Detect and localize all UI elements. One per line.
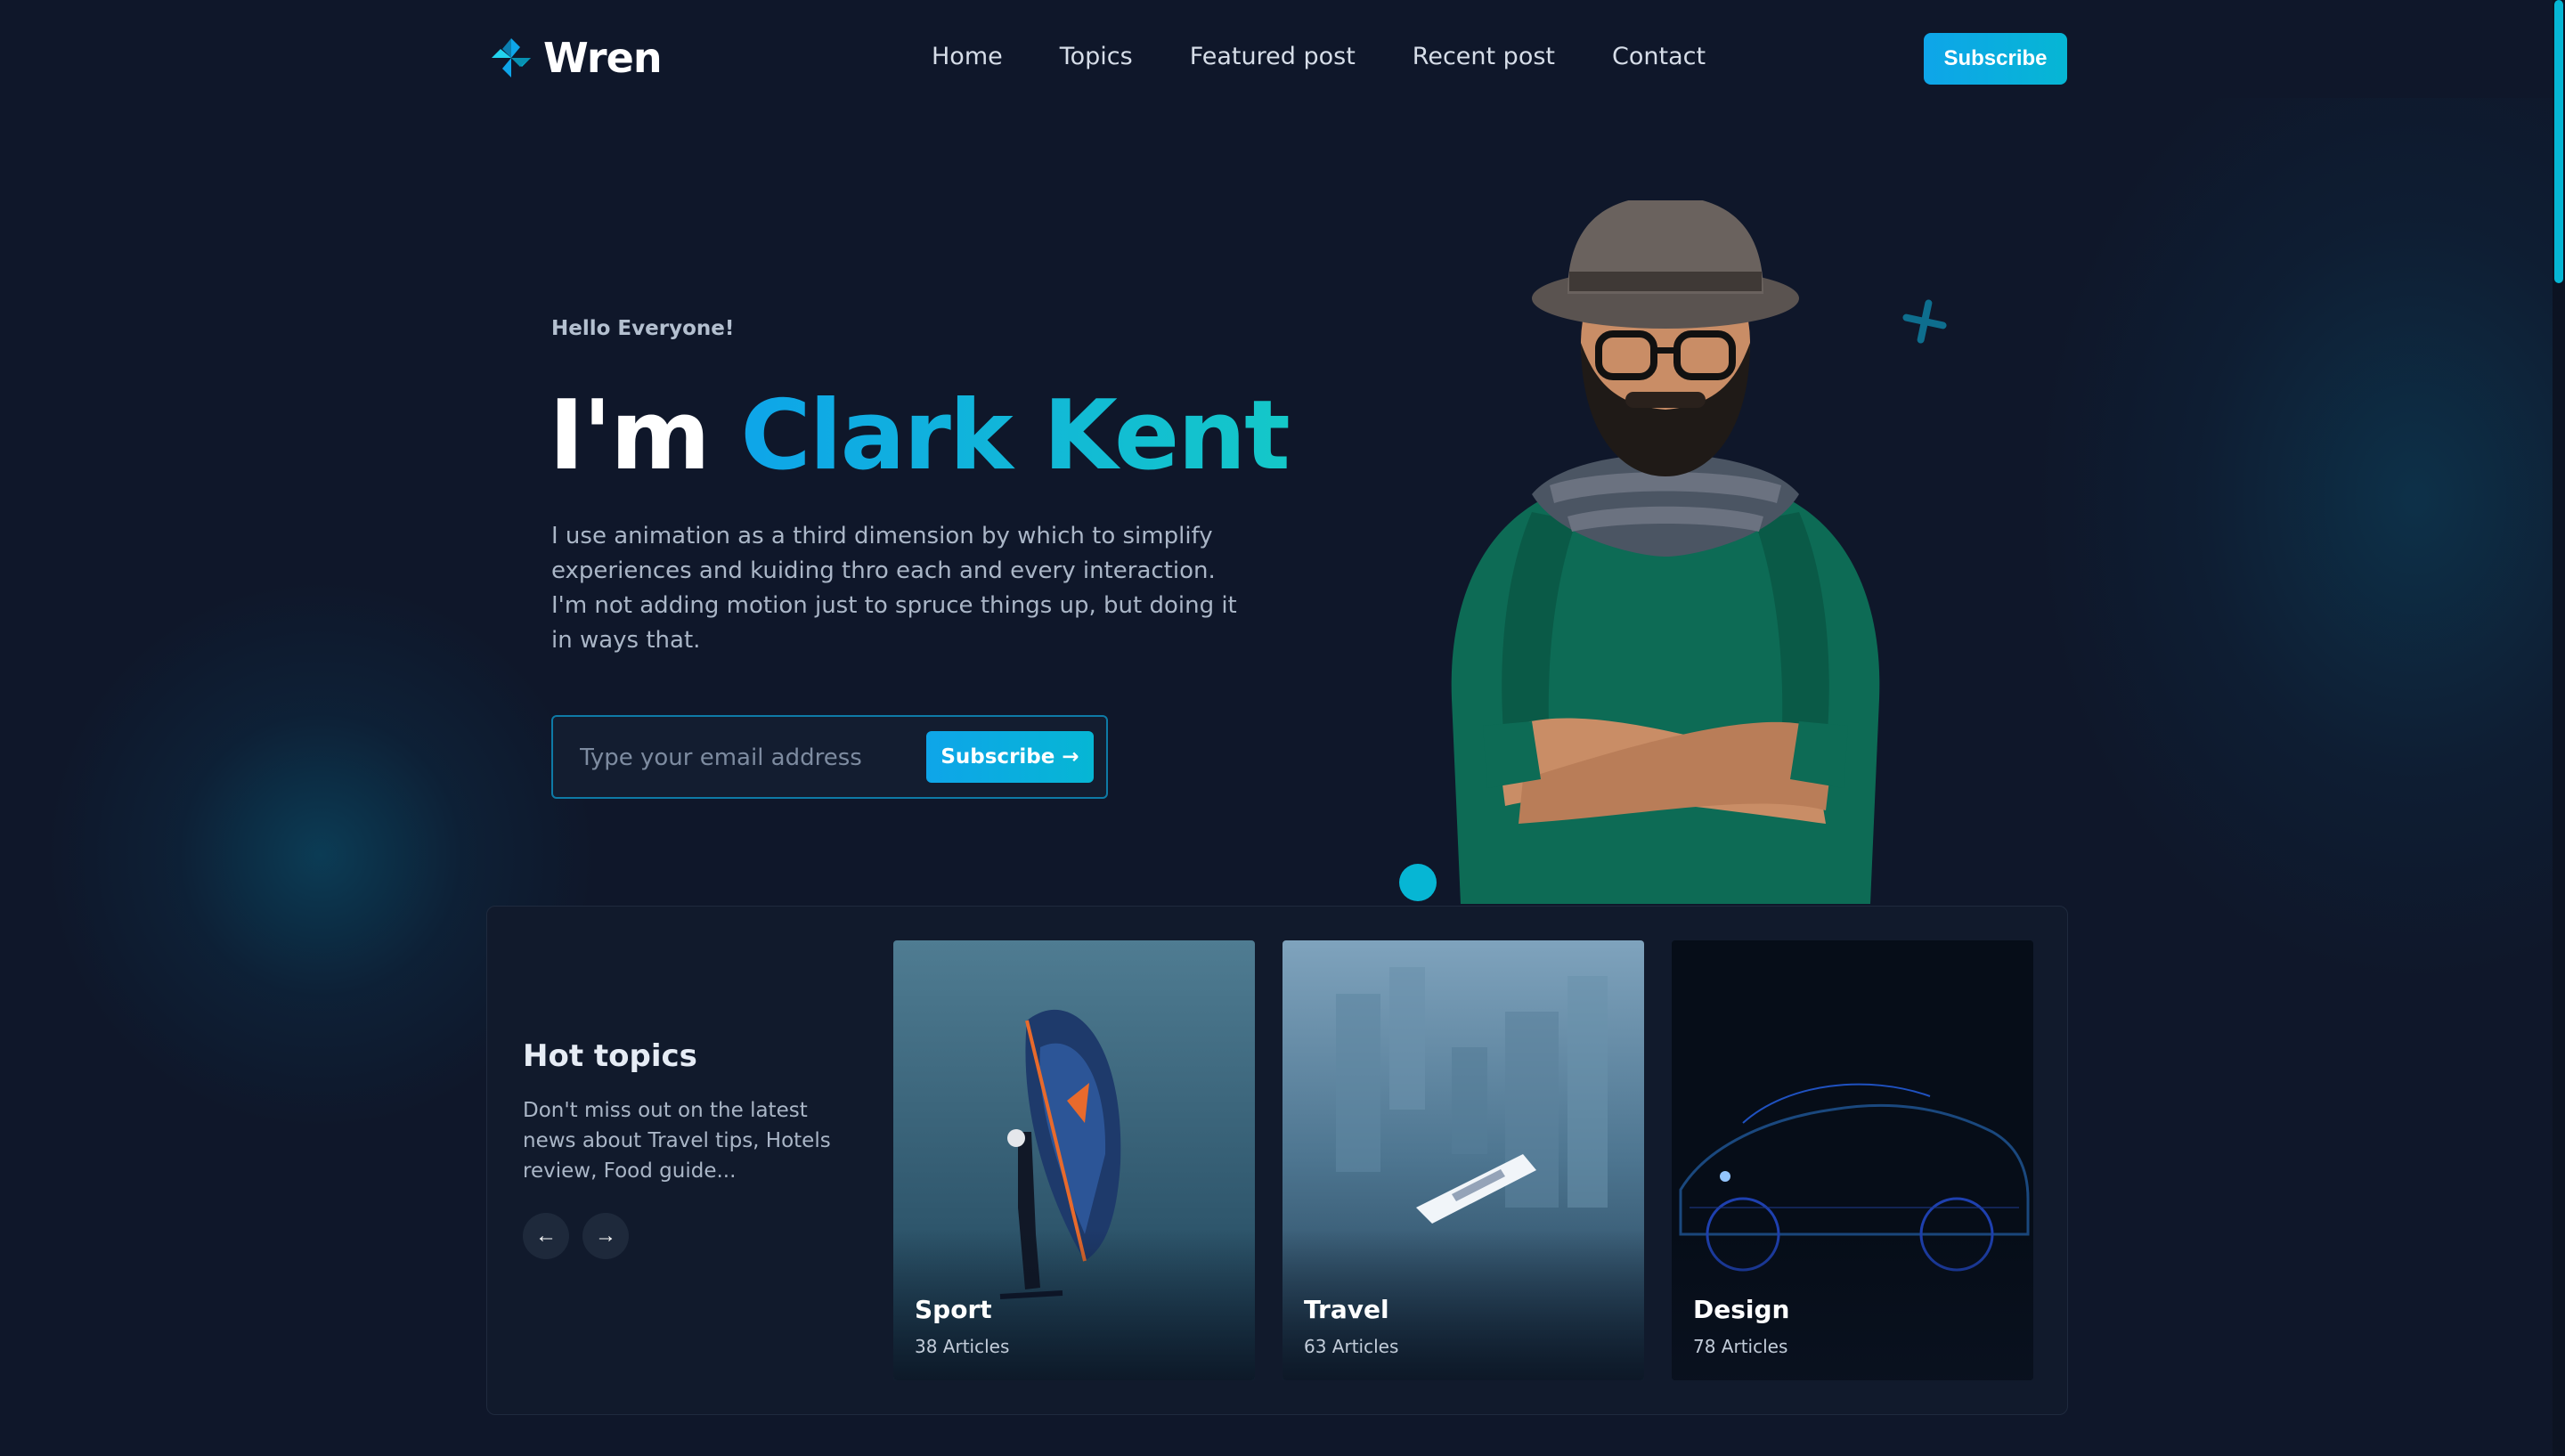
nav-contact[interactable]: Contact — [1612, 39, 1706, 75]
page-scrollbar[interactable] — [2553, 0, 2565, 1456]
carousel-prev-button[interactable]: ← — [523, 1213, 569, 1259]
hero-title-prefix: I'm — [549, 380, 711, 492]
carousel-next-button[interactable]: → — [582, 1213, 629, 1259]
topic-card-name: Sport — [915, 1295, 992, 1324]
hero-description: I use animation as a third dimension by … — [551, 523, 1237, 654]
dot-decoration — [1399, 864, 1437, 901]
arrow-right-icon: → — [1062, 745, 1079, 769]
topic-card-count: 38 Articles — [915, 1336, 1010, 1357]
site-header: Wren Home Topics Featured post Recent po… — [0, 0, 2553, 121]
nav-recent-post[interactable]: Recent post — [1413, 39, 1555, 75]
arrow-left-icon: ← — [535, 1224, 557, 1248]
header-subscribe-button[interactable]: Subscribe — [1924, 33, 2067, 85]
topic-card-name: Design — [1693, 1295, 1790, 1324]
hero-title-name: Clark Kent — [740, 380, 1290, 492]
topic-card-travel[interactable]: Travel 63 Articles — [1282, 940, 1644, 1380]
nav-topics[interactable]: Topics — [1060, 39, 1133, 75]
hero-title: I'm Clark Kent — [549, 374, 1291, 499]
brand-name: Wren — [543, 34, 663, 82]
scrollbar-thumb[interactable] — [2554, 0, 2563, 283]
topic-card-count: 78 Articles — [1693, 1336, 1788, 1357]
hot-topics-description: Don't miss out on the latest news about … — [523, 1099, 831, 1183]
email-subscribe-form: Subscribe → — [551, 715, 1108, 799]
hero-subscribe-label: Subscribe — [940, 745, 1055, 769]
arrow-right-icon: → — [595, 1224, 616, 1248]
nav-featured-post[interactable]: Featured post — [1190, 39, 1356, 75]
background-glow-right — [2031, 98, 2565, 988]
hero-subscribe-button[interactable]: Subscribe → — [926, 731, 1094, 783]
topic-card-count: 63 Articles — [1304, 1336, 1399, 1357]
hot-topics-panel: Hot topics Don't miss out on the latest … — [486, 906, 2068, 1415]
hero-greeting: Hello Everyone! — [551, 317, 735, 340]
pinwheel-logo-icon — [492, 38, 531, 77]
email-input[interactable] — [580, 736, 918, 779]
hero-portrait — [1451, 200, 1880, 904]
plus-decoration-icon — [1902, 299, 1947, 344]
brand-logo[interactable]: Wren — [488, 34, 663, 82]
nav-home[interactable]: Home — [932, 39, 1003, 75]
hot-topics-title: Hot topics — [523, 1038, 697, 1074]
topic-card-name: Travel — [1304, 1295, 1389, 1324]
topic-card-sport[interactable]: Sport 38 Articles — [893, 940, 1255, 1380]
main-nav: Home Topics Featured post Recent post Co… — [932, 39, 1706, 75]
topic-card-design[interactable]: Design 78 Articles — [1672, 940, 2033, 1380]
